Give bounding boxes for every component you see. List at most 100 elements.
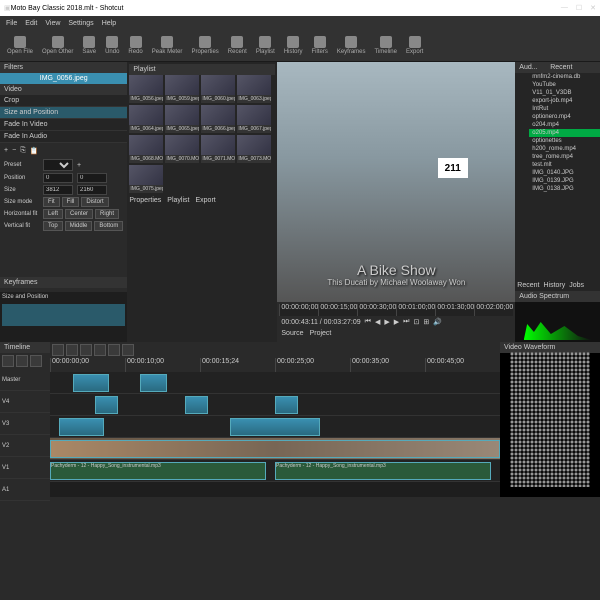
grid-icon[interactable]: ⊞ xyxy=(423,318,429,326)
copy-filter-icon[interactable]: ⎘ xyxy=(20,147,26,155)
close-icon[interactable]: ✕ xyxy=(590,4,596,12)
recent-item[interactable]: mnfm2-cinema.db xyxy=(529,73,600,81)
pos-y-input[interactable] xyxy=(77,173,107,183)
playlist-button[interactable]: Playlist xyxy=(253,35,278,56)
keyframe-editor[interactable]: Size and Position xyxy=(0,292,127,342)
tab-project[interactable]: Project xyxy=(310,330,332,337)
recent-item[interactable]: V11_01_V3DB xyxy=(529,89,600,97)
add-filter-icon[interactable]: + xyxy=(4,147,8,155)
playlist-thumb[interactable]: IMG_0073.MOV xyxy=(237,135,271,163)
recent-item[interactable]: export-job.mp4 xyxy=(529,97,600,105)
track-v4[interactable]: V4 xyxy=(0,391,50,413)
zoom-fit-icon[interactable]: ⊡ xyxy=(413,318,419,326)
valign-bottom[interactable]: Bottom xyxy=(94,221,123,231)
filters-button[interactable]: Filters xyxy=(309,35,331,56)
filter-size-position[interactable]: Size and Position xyxy=(0,107,127,119)
playlist-thumb[interactable]: IMG_0056.jpeg xyxy=(129,75,163,103)
audio-clip[interactable]: Pachyderm - 12 - Happy_Song_instrumental… xyxy=(275,462,491,480)
playlist-thumb[interactable]: IMG_0067.jpeg xyxy=(237,105,271,133)
recent-item[interactable]: o205.mp4 xyxy=(529,129,600,137)
timeline-clip[interactable] xyxy=(50,440,500,458)
recent-item[interactable]: optionettes xyxy=(529,137,600,145)
halign-right[interactable]: Right xyxy=(95,209,119,219)
valign-middle[interactable]: Middle xyxy=(65,221,93,231)
prev-frame-icon[interactable]: ◀ xyxy=(375,318,380,326)
timeline-clip[interactable] xyxy=(73,374,109,392)
filter-crop[interactable]: Crop xyxy=(0,95,127,107)
skip-end-icon[interactable]: ⏭ xyxy=(403,318,409,326)
recent-item[interactable]: h200_rome.mp4 xyxy=(529,145,600,153)
remove-filter-icon[interactable]: − xyxy=(12,147,16,155)
paste-filter-icon[interactable]: 📋 xyxy=(30,147,39,155)
open-file-button[interactable]: Open File xyxy=(4,35,36,56)
timeline-clip[interactable] xyxy=(95,396,118,414)
history-button[interactable]: History xyxy=(281,35,306,56)
tab-source[interactable]: Source xyxy=(281,330,303,337)
pos-x-input[interactable] xyxy=(43,173,73,183)
preview-ruler[interactable]: 00:00:00;0000:00:15;0000:00:30;0000:01:0… xyxy=(279,304,513,316)
playlist-thumb[interactable]: IMG_0075.jpeg xyxy=(129,165,163,193)
redo-button[interactable]: Redo xyxy=(125,35,145,56)
menu-view[interactable]: View xyxy=(45,20,60,27)
track-v2[interactable]: V2 xyxy=(0,435,50,457)
menu-settings[interactable]: Settings xyxy=(68,20,93,27)
tl-append-icon[interactable] xyxy=(52,344,64,356)
tl-zoom-out-icon[interactable] xyxy=(122,344,134,356)
playlist-thumb[interactable]: IMG_0063.jpeg xyxy=(237,75,271,103)
timeline-tracks[interactable]: 00:00:00;0000:00:10;0000:00:15;2400:00:2… xyxy=(50,342,500,497)
audio-clip[interactable]: Pachyderm - 12 - Happy_Song_instrumental… xyxy=(50,462,266,480)
filter-fade-in-audio[interactable]: Fade In Audio xyxy=(0,131,127,143)
recent-item[interactable]: IMG_0138.JPG xyxy=(529,185,600,193)
tl-cut-icon[interactable] xyxy=(16,355,28,367)
tab-jobs[interactable]: Jobs xyxy=(569,282,584,289)
next-frame-icon[interactable]: ▶ xyxy=(394,318,399,326)
valign-top[interactable]: Top xyxy=(43,221,63,231)
tl-ripple-icon[interactable] xyxy=(66,344,78,356)
playlist-thumb[interactable]: IMG_0071.MOV xyxy=(201,135,235,163)
playlist-thumb[interactable]: IMG_0059.jpeg xyxy=(165,75,199,103)
keyframes-button[interactable]: Keyframes xyxy=(334,35,369,56)
skip-start-icon[interactable]: ⏮ xyxy=(365,318,371,326)
halign-left[interactable]: Left xyxy=(43,209,63,219)
timeline-clip[interactable] xyxy=(275,396,298,414)
menu-file[interactable]: File xyxy=(6,20,17,27)
volume-icon[interactable]: 🔊 xyxy=(433,318,442,326)
filter-fade-in-video[interactable]: Fade In Video xyxy=(0,119,127,131)
timeline-button[interactable]: Timeline xyxy=(372,35,400,56)
size-h-input[interactable] xyxy=(77,185,107,195)
track-v3[interactable]: V3 xyxy=(0,413,50,435)
playlist-thumb[interactable]: IMG_0070.MOV xyxy=(165,135,199,163)
tl-scrub-icon[interactable] xyxy=(94,344,106,356)
timeline-clip[interactable]: IMG_0067.MOV xyxy=(59,418,104,436)
maximize-icon[interactable]: ☐ xyxy=(576,4,582,12)
recent-item[interactable]: test.mlt xyxy=(529,161,600,169)
recent-item[interactable]: tree_rome.mp4 xyxy=(529,153,600,161)
mode-fill[interactable]: Fill xyxy=(62,197,80,207)
peak-meter-button[interactable]: Peak Meter xyxy=(149,35,186,56)
save-button[interactable]: Save xyxy=(79,35,99,56)
timeline-clip[interactable]: IMG_0071.MOV xyxy=(230,418,320,436)
open-other-button[interactable]: Open Other xyxy=(39,35,76,56)
tab-properties[interactable]: Properties xyxy=(129,197,161,204)
recent-item[interactable]: IMG_0140.JPG xyxy=(529,169,600,177)
properties-button[interactable]: Properties xyxy=(188,35,221,56)
playlist-thumb[interactable]: IMG_0068.MOV xyxy=(129,135,163,163)
tab-history[interactable]: History xyxy=(543,282,565,289)
menu-help[interactable]: Help xyxy=(102,20,116,27)
export-button[interactable]: Export xyxy=(403,35,426,56)
size-w-input[interactable] xyxy=(43,185,73,195)
timeline-clip[interactable] xyxy=(140,374,167,392)
recent-button[interactable]: Recent xyxy=(225,35,250,56)
timeline-clip[interactable] xyxy=(185,396,208,414)
timeline-ruler[interactable]: 00:00:00;0000:00:10;0000:00:15;2400:00:2… xyxy=(50,358,500,372)
undo-button[interactable]: Undo xyxy=(102,35,122,56)
tab-export[interactable]: Export xyxy=(195,197,215,204)
recent-item[interactable]: o204.mp4 xyxy=(529,121,600,129)
track-v1[interactable]: V1 xyxy=(0,457,50,479)
tl-copy-icon[interactable] xyxy=(30,355,42,367)
menu-edit[interactable]: Edit xyxy=(25,20,37,27)
tab-recent[interactable]: Recent xyxy=(517,282,539,289)
track-a1[interactable]: A1 xyxy=(0,479,50,501)
minimize-icon[interactable]: — xyxy=(561,4,568,12)
mode-fit[interactable]: Fit xyxy=(43,197,60,207)
